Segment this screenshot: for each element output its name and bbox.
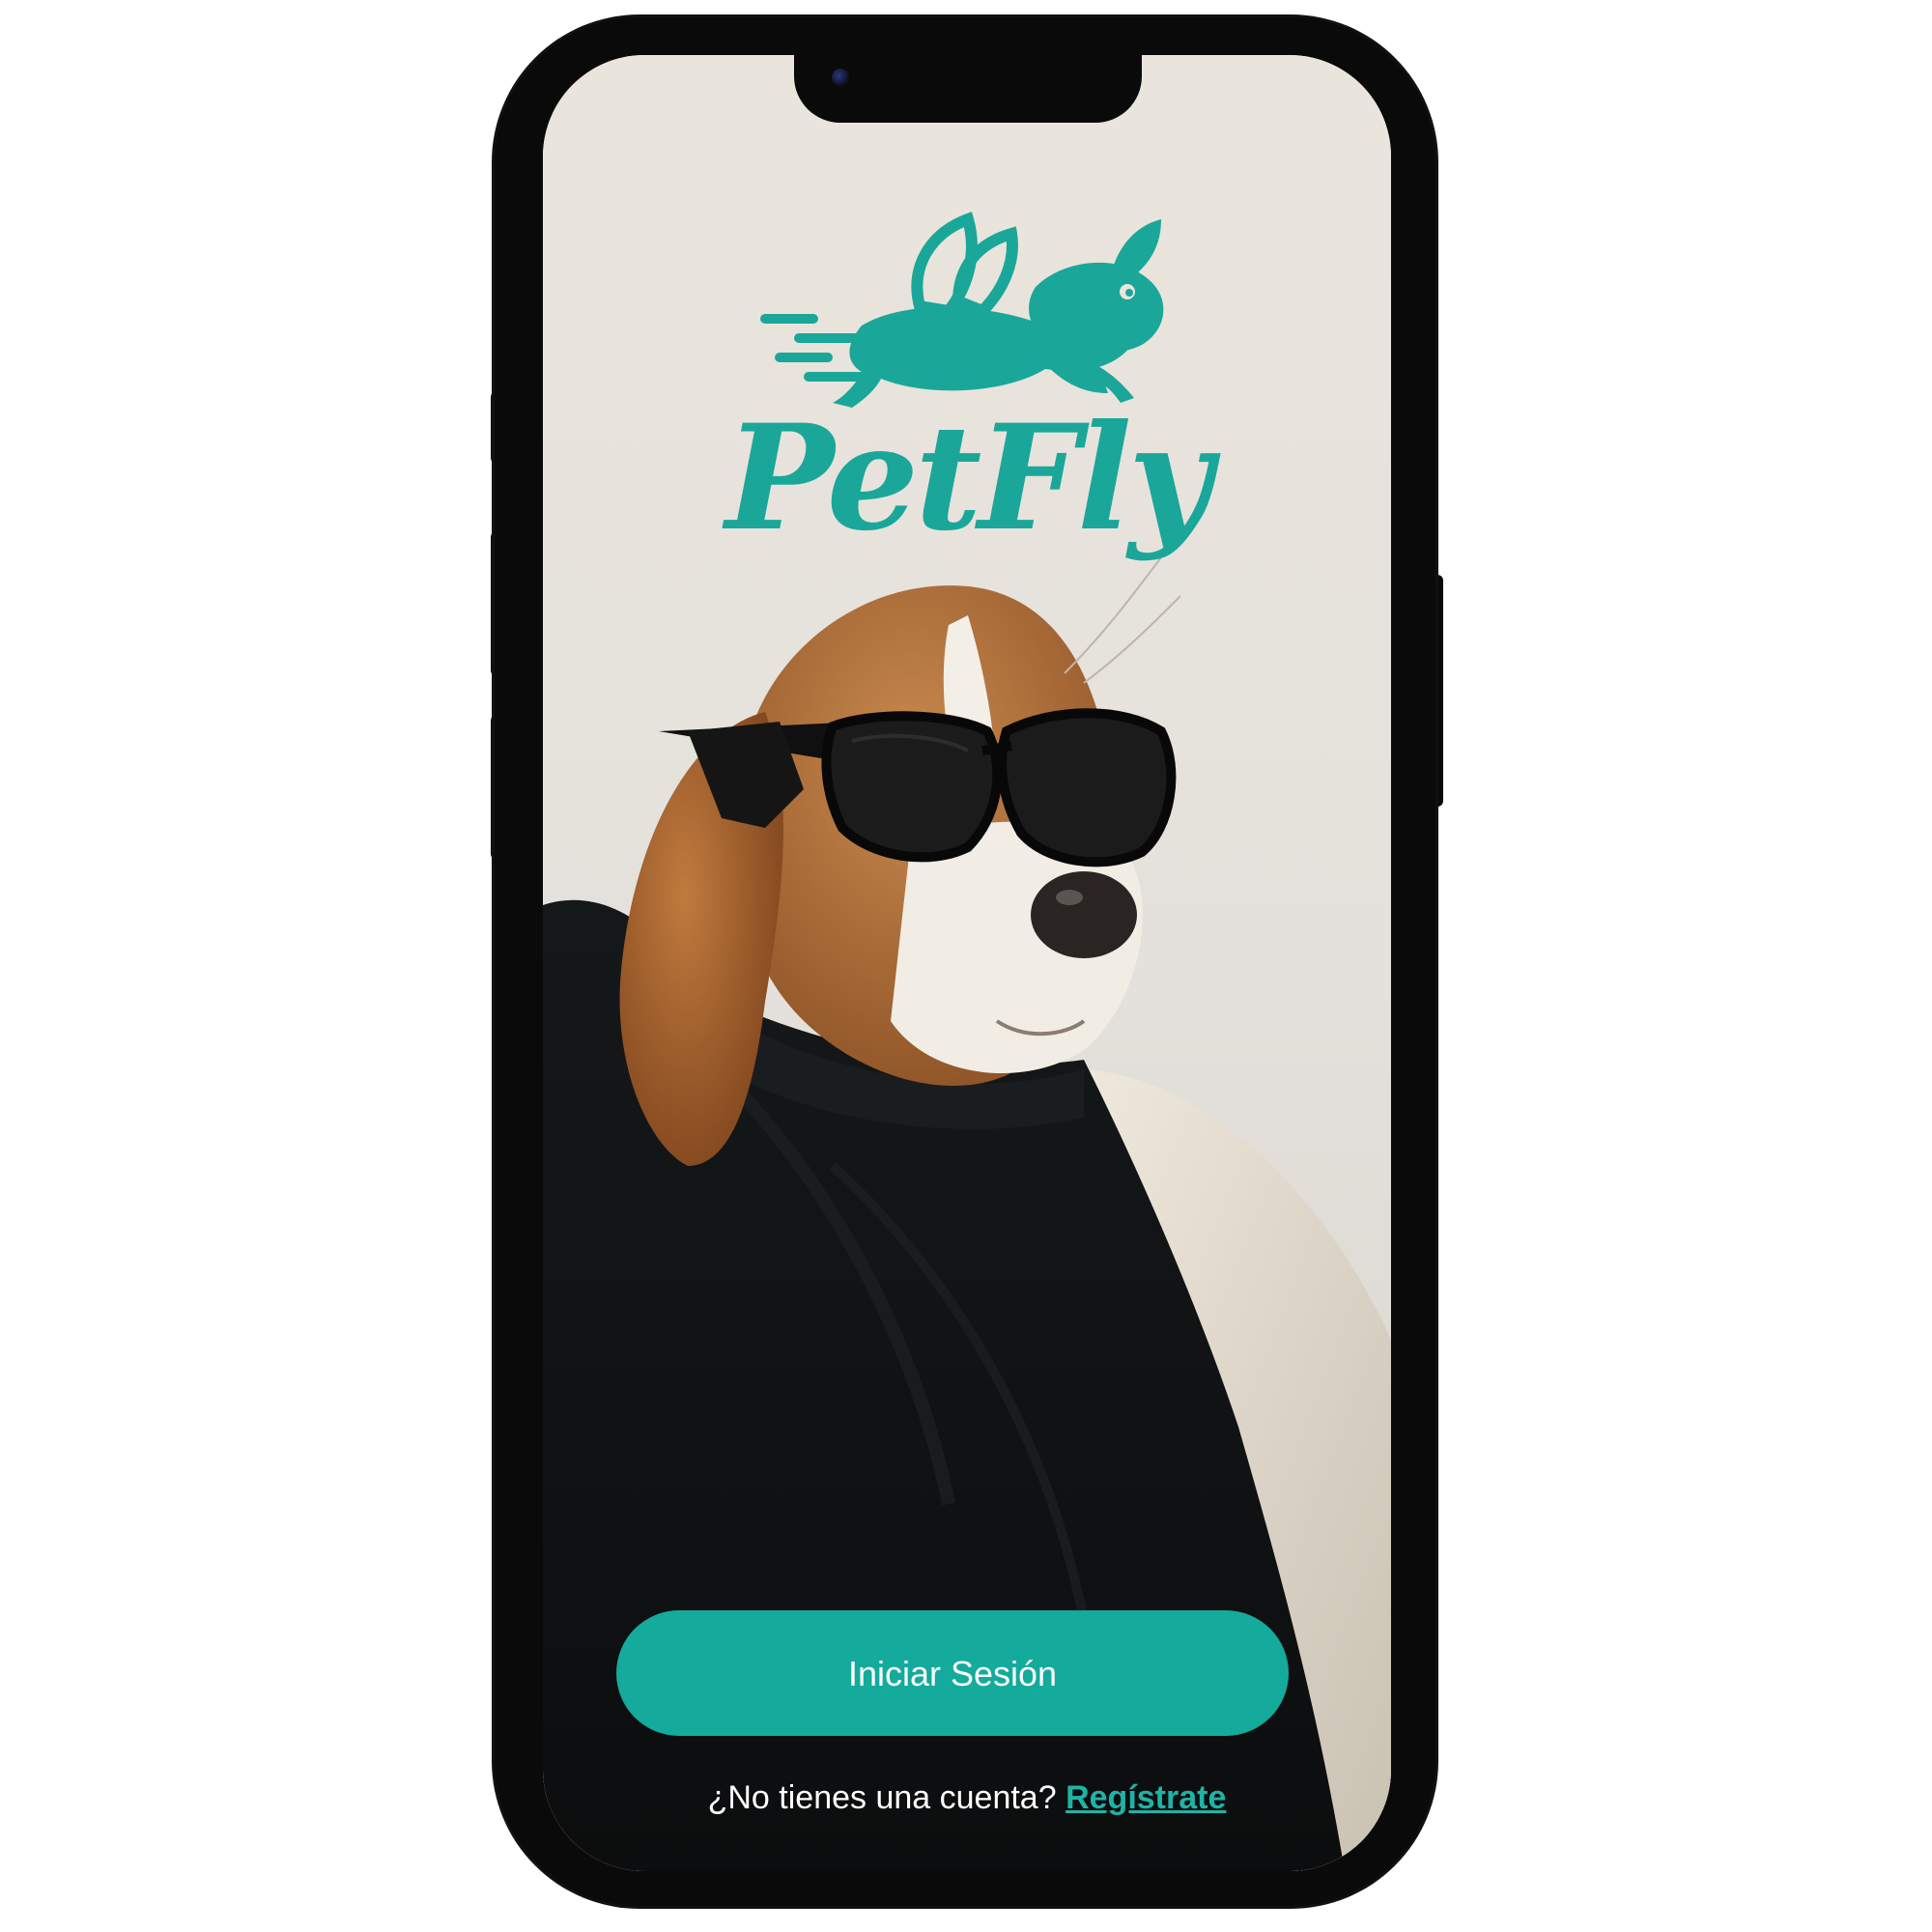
signup-prompt-line: ¿No tienes una cuenta? Regístrate xyxy=(543,1779,1391,1817)
app-screen: PetFly Iniciar Sesión ¿No tienes una cue… xyxy=(543,55,1391,1871)
front-camera-icon xyxy=(832,69,849,86)
signup-link[interactable]: Regístrate xyxy=(1065,1779,1226,1816)
signup-prompt-text: ¿No tienes una cuenta? xyxy=(707,1779,1057,1816)
notch xyxy=(794,53,1142,123)
login-button[interactable]: Iniciar Sesión xyxy=(616,1610,1289,1736)
app-wordmark: PetFly xyxy=(724,393,1212,563)
phone-mockup-stage: PetFly Iniciar Sesión ¿No tienes una cue… xyxy=(0,0,1932,1932)
